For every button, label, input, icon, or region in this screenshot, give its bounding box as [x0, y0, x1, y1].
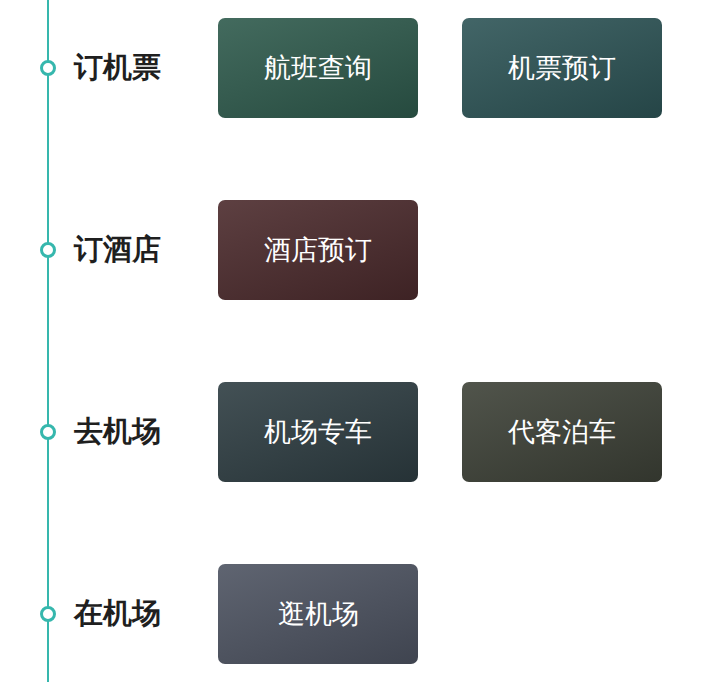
- section-label: 去机场: [74, 410, 218, 454]
- timeline-dot-icon: [40, 60, 56, 76]
- tile-label[interactable]: 逛机场: [278, 598, 359, 630]
- timeline-node: [0, 424, 74, 440]
- timeline-section: 订机票 航班查询 机票预订: [0, 18, 702, 118]
- timeline-section: 去机场 机场专车 代客泊车: [0, 382, 702, 482]
- service-tile[interactable]: 机票预订: [462, 18, 662, 118]
- timeline-node: [0, 242, 74, 258]
- timeline-section: 在机场 逛机场: [0, 564, 702, 664]
- tile-label[interactable]: 航班查询: [264, 52, 372, 84]
- service-tile[interactable]: 代客泊车: [462, 382, 662, 482]
- section-label: 在机场: [74, 592, 218, 636]
- section-tiles: 酒店预订: [218, 200, 418, 300]
- timeline-dot-icon: [40, 606, 56, 622]
- tile-label[interactable]: 代客泊车: [508, 416, 616, 448]
- tile-label[interactable]: 机票预订: [508, 52, 616, 84]
- timeline-section: 订酒店 酒店预订: [0, 200, 702, 300]
- section-tiles: 航班查询 机票预订: [218, 18, 662, 118]
- timeline-node: [0, 606, 74, 622]
- timeline-node: [0, 60, 74, 76]
- timeline-dot-icon: [40, 242, 56, 258]
- timeline: 订机票 航班查询 机票预订订酒店 酒店预订去机场 机场专车 代客泊车在机场 逛机场: [0, 0, 702, 682]
- tile-label[interactable]: 酒店预订: [264, 234, 372, 266]
- timeline-dot-icon: [40, 424, 56, 440]
- section-label: 订机票: [74, 46, 218, 90]
- service-tile[interactable]: 逛机场: [218, 564, 418, 664]
- service-tile[interactable]: 酒店预订: [218, 200, 418, 300]
- service-tile[interactable]: 航班查询: [218, 18, 418, 118]
- section-tiles: 机场专车 代客泊车: [218, 382, 662, 482]
- tile-label[interactable]: 机场专车: [264, 416, 372, 448]
- section-tiles: 逛机场: [218, 564, 418, 664]
- service-tile[interactable]: 机场专车: [218, 382, 418, 482]
- section-label: 订酒店: [74, 228, 218, 272]
